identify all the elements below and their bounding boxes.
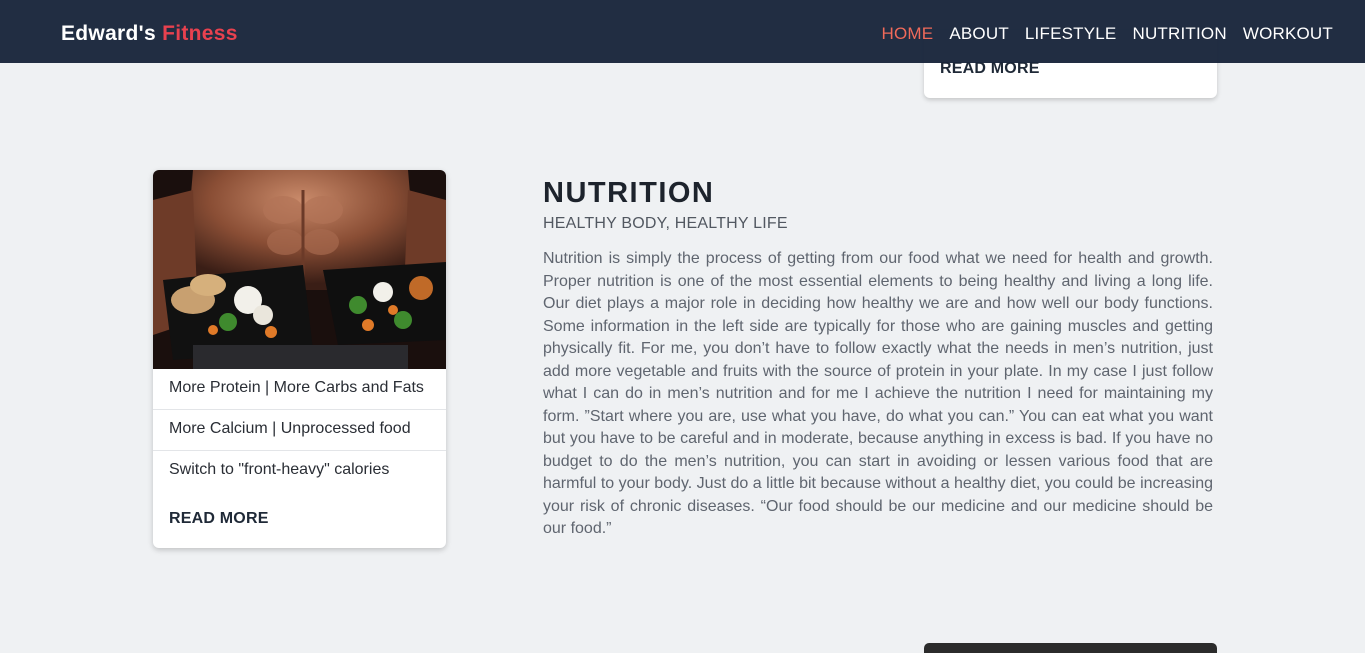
nutrition-card: More Protein | More Carbs and Fats More … — [153, 170, 446, 548]
nutrition-read-more-link[interactable]: READ MORE — [169, 510, 269, 528]
nav-nutrition[interactable]: NUTRITION — [1132, 24, 1226, 44]
list-item: More Protein | More Carbs and Fats — [153, 369, 446, 410]
nutrition-image — [153, 170, 446, 369]
article-subtitle: HEALTHY BODY, HEALTHY LIFE — [543, 215, 788, 232]
nutrition-list: More Protein | More Carbs and Fats More … — [153, 369, 446, 492]
nav-home[interactable]: HOME — [882, 24, 934, 44]
nav-menu: HOME ABOUT LIFESTYLE NUTRITION WORKOUT — [882, 24, 1333, 44]
article-title: NUTRITION — [543, 177, 715, 209]
brand-accent: Fitness — [162, 22, 238, 45]
article-body: Nutrition is simply the process of getti… — [543, 250, 1213, 537]
nutrition-article: NUTRITION HEALTHY BODY, HEALTHY LIFE Nut… — [543, 176, 1213, 541]
list-item: Switch to "front-heavy" calories — [169, 461, 390, 478]
brand-name: Edward's — [61, 22, 156, 45]
nav-about[interactable]: ABOUT — [949, 24, 1009, 44]
next-card-image — [924, 643, 1217, 653]
nav-lifestyle[interactable]: LIFESTYLE — [1025, 24, 1117, 44]
list-item: More Calcium | Unprocessed food — [153, 410, 446, 451]
brand-logo[interactable]: Edward's Fitness — [61, 22, 238, 46]
navbar: Edward's Fitness HOME ABOUT LIFESTYLE NU… — [0, 0, 1365, 63]
nav-workout[interactable]: WORKOUT — [1243, 24, 1333, 44]
